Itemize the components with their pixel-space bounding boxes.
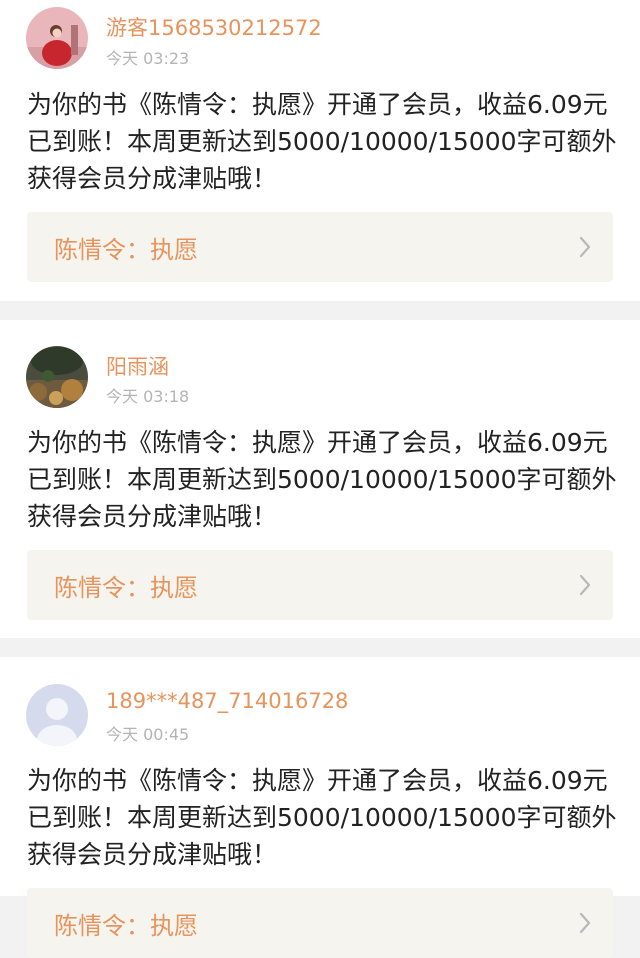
- user-avatar[interactable]: [26, 7, 88, 69]
- notification-card: 189***487_714016728 今天 00:45 为你的书《陈情令：执愿…: [0, 657, 640, 958]
- message-text: 为你的书《陈情令：执愿》开通了会员，收益6.09元 已到账！本周更新达到5000…: [27, 762, 619, 873]
- message-line: 已到账！本周更新达到5000/10000/15000字可额外: [27, 803, 617, 832]
- username[interactable]: 游客1568530212572: [106, 12, 322, 42]
- timestamp: 今天 00:45: [106, 725, 190, 744]
- avatar-photo: [26, 346, 88, 408]
- user-avatar[interactable]: [26, 684, 88, 746]
- message-text: 为你的书《陈情令：执愿》开通了会员，收益6.09元 已到账！本周更新达到5000…: [27, 424, 619, 535]
- timestamp: 今天 03:23: [106, 49, 190, 68]
- book-title: 陈情令：执愿: [54, 911, 198, 940]
- book-link-button[interactable]: 陈情令：执愿: [27, 550, 613, 620]
- message-line: 为你的书《陈情令：执愿》开通了会员，收益6.09元: [27, 428, 608, 457]
- book-title: 陈情令：执愿: [54, 573, 198, 602]
- chevron-right-icon: [579, 574, 591, 596]
- chevron-right-icon: [579, 236, 591, 258]
- book-link-button[interactable]: 陈情令：执愿: [27, 888, 613, 958]
- user-avatar[interactable]: [26, 346, 88, 408]
- message-line: 已到账！本周更新达到5000/10000/15000字可额外: [27, 127, 617, 156]
- message-text: 为你的书《陈情令：执愿》开通了会员，收益6.09元 已到账！本周更新达到5000…: [27, 86, 619, 197]
- notification-card: 游客1568530212572 今天 03:23 为你的书《陈情令：执愿》开通了…: [0, 0, 640, 301]
- chevron-right-icon: [579, 912, 591, 934]
- message-line: 获得会员分成津贴哦！: [27, 164, 278, 193]
- book-link-button[interactable]: 陈情令：执愿: [27, 212, 613, 282]
- message-line: 获得会员分成津贴哦！: [27, 502, 278, 531]
- message-line: 获得会员分成津贴哦！: [27, 840, 278, 869]
- default-avatar-icon: [26, 684, 88, 746]
- message-line: 为你的书《陈情令：执愿》开通了会员，收益6.09元: [27, 766, 608, 795]
- timestamp: 今天 03:18: [106, 387, 190, 406]
- username[interactable]: 阳雨涵: [106, 351, 169, 381]
- username[interactable]: 189***487_714016728: [106, 689, 348, 713]
- message-line: 已到账！本周更新达到5000/10000/15000字可额外: [27, 465, 617, 494]
- message-line: 为你的书《陈情令：执愿》开通了会员，收益6.09元: [27, 90, 608, 119]
- notification-card: 阳雨涵 今天 03:18 为你的书《陈情令：执愿》开通了会员，收益6.09元 已…: [0, 320, 640, 638]
- book-title: 陈情令：执愿: [54, 235, 198, 264]
- avatar-photo: [26, 7, 88, 69]
